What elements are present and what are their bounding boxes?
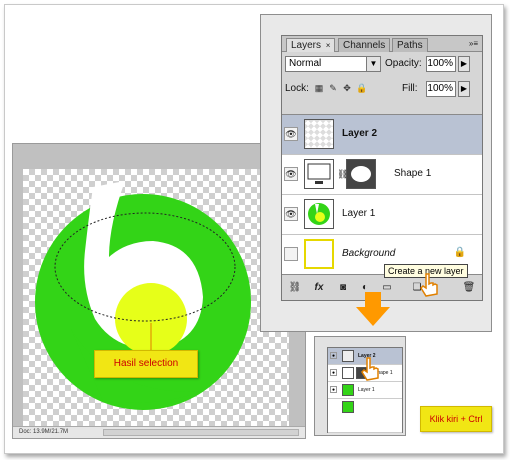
doc-size-text: Doc: 13.9M/21.7M xyxy=(19,429,69,435)
instruction-callout: Klik kiri + Ctrl xyxy=(420,406,492,432)
add-mask-icon[interactable]: ◙ xyxy=(336,281,350,295)
canvas-area[interactable] xyxy=(23,169,289,431)
shape-thumbnail xyxy=(342,367,354,379)
opacity-slider-button[interactable]: ▶ xyxy=(458,56,470,72)
lock-position-icon[interactable]: ✥ xyxy=(342,83,352,93)
horizontal-scrollbar[interactable] xyxy=(103,429,299,436)
layers-list: 👁 Layer 2 👁 ⛓ Shape 1 👁 Layer 1 Backgrou… xyxy=(282,114,482,275)
layer-thumbnail xyxy=(304,199,334,229)
background-thumbnail xyxy=(304,239,334,269)
shape-thumbnail xyxy=(304,159,334,189)
fill-label: Fill: xyxy=(402,83,418,94)
canvas-artwork xyxy=(35,181,251,410)
blend-mode-value: Normal xyxy=(289,58,322,69)
monitor-icon xyxy=(307,163,331,184)
layer-name: Layer 1 xyxy=(342,208,376,219)
mini-layers-preview: ● Layer 2 ● Shape 1 ● Layer 1 xyxy=(314,336,406,436)
lock-transparent-icon[interactable]: ▦ xyxy=(314,83,324,93)
layer-name: Shape 1 xyxy=(394,168,432,179)
hand-cursor-icon xyxy=(420,273,438,297)
tab-channels-label: Channels xyxy=(343,40,386,51)
eye-icon: ● xyxy=(330,369,337,376)
layer-row-shape-1[interactable]: 👁 ⛓ Shape 1 xyxy=(282,155,482,195)
vector-mask-thumbnail[interactable] xyxy=(346,159,376,189)
layers-panel-backdrop: Layers × Channels Paths »≡ Normal ▼ Opac… xyxy=(260,14,492,332)
layer-thumbnail xyxy=(342,401,354,413)
eye-icon: ● xyxy=(330,386,337,393)
selection-result-callout: Hasil selection xyxy=(94,350,198,378)
link-layers-icon[interactable]: ⛓ xyxy=(288,281,302,295)
layer-row-layer-1[interactable]: 👁 Layer 1 xyxy=(282,195,482,235)
lock-all-icon[interactable]: 🔒 xyxy=(356,83,367,93)
layer-name: Layer 1 xyxy=(358,387,375,393)
tab-layers[interactable]: Layers × xyxy=(286,38,336,52)
mask-shape-icon xyxy=(351,166,371,182)
trash-icon[interactable]: 🗑 xyxy=(462,281,476,295)
eye-icon[interactable]: 👁 xyxy=(284,167,298,181)
hand-cursor-icon xyxy=(361,357,379,381)
close-icon[interactable]: × xyxy=(326,41,331,50)
layer-thumbnail xyxy=(342,384,354,396)
layer-row-layer-2[interactable]: 👁 Layer 2 xyxy=(282,115,482,155)
blend-row: Normal ▼ Opacity: 100% ▶ xyxy=(282,54,482,74)
status-bar: Doc: 13.9M/21.7M xyxy=(13,426,305,438)
layer-thumbnail xyxy=(304,119,334,149)
fill-slider-button[interactable]: ▶ xyxy=(458,81,470,97)
layer-name: Background xyxy=(342,248,396,259)
mini-layer-row[interactable]: ● Layer 1 xyxy=(328,382,402,399)
lock-icon: 🔒 xyxy=(453,247,466,258)
panel-menu-icon[interactable]: »≡ xyxy=(469,39,478,48)
down-arrow-icon xyxy=(356,292,390,326)
opacity-label: Opacity: xyxy=(385,58,422,69)
tab-paths-label: Paths xyxy=(397,40,423,51)
mini-layer-row xyxy=(328,399,402,433)
lock-image-icon[interactable]: ✎ xyxy=(328,83,338,93)
fx-icon[interactable]: fx xyxy=(312,281,326,295)
layers-panel: Layers × Channels Paths »≡ Normal ▼ Opac… xyxy=(281,35,483,301)
chevron-down-icon: ▼ xyxy=(366,57,380,71)
tab-layers-label: Layers xyxy=(291,40,322,51)
layer-thumbnail xyxy=(342,350,354,362)
green-logo-thumbnail xyxy=(308,203,330,225)
fill-input[interactable]: 100% xyxy=(426,81,456,97)
tab-paths[interactable]: Paths xyxy=(392,38,428,52)
eye-icon[interactable]: 👁 xyxy=(284,207,298,221)
visibility-toggle-empty[interactable] xyxy=(284,247,298,261)
eye-icon: ● xyxy=(330,352,337,359)
eye-icon[interactable]: 👁 xyxy=(284,127,298,141)
blend-mode-select[interactable]: Normal ▼ xyxy=(285,56,381,72)
lock-row: Lock: ▦ ✎ ✥ 🔒 Fill: 100% ▶ xyxy=(282,80,482,98)
panel-tabs: Layers × Channels Paths »≡ xyxy=(282,36,482,52)
lock-label: Lock: xyxy=(285,83,309,94)
tab-channels[interactable]: Channels xyxy=(338,38,391,52)
opacity-input[interactable]: 100% xyxy=(426,56,456,72)
layer-name: Layer 2 xyxy=(342,128,378,139)
